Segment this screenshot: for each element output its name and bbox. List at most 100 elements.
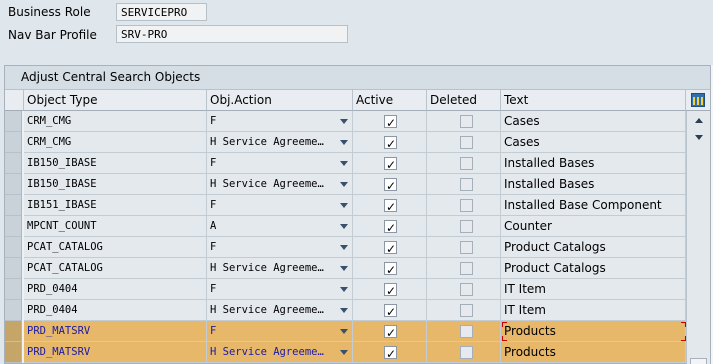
table-row[interactable]: CRM_CMGF Cases [5, 111, 686, 132]
object-type-cell[interactable]: PCAT_CATALOG [24, 237, 207, 258]
chevron-down-icon[interactable] [340, 266, 348, 271]
arrow-down-icon[interactable] [695, 135, 703, 140]
object-type-cell[interactable]: IB151_IBASE [24, 195, 207, 216]
row-selector[interactable] [5, 153, 22, 174]
deleted-checkbox[interactable] [460, 199, 473, 212]
col-header-deleted[interactable]: Deleted [427, 90, 501, 111]
deleted-checkbox[interactable] [460, 157, 473, 170]
object-type-cell[interactable]: PRD_MATSRV [24, 342, 207, 363]
arrow-up-icon[interactable] [695, 118, 703, 123]
text-cell[interactable]: Installed Bases [501, 174, 686, 195]
active-checkbox[interactable] [384, 176, 397, 194]
chevron-down-icon[interactable] [340, 224, 348, 229]
row-selector[interactable] [5, 258, 22, 279]
text-cell[interactable]: IT Item [501, 279, 686, 300]
row-selector[interactable] [5, 132, 22, 153]
text-cell[interactable]: Product Catalogs [501, 237, 686, 258]
active-checkbox[interactable] [384, 344, 397, 362]
table-row[interactable]: IB150_IBASEF Installed Bases [5, 153, 686, 174]
table-row[interactable]: IB151_IBASEF Installed Base Component [5, 195, 686, 216]
chevron-down-icon[interactable] [340, 245, 348, 250]
text-cell[interactable]: Counter [501, 216, 686, 237]
deleted-checkbox[interactable] [460, 220, 473, 233]
obj-action-dropdown[interactable]: A [207, 216, 353, 237]
object-type-cell[interactable]: CRM_CMG [24, 132, 207, 153]
obj-action-dropdown[interactable]: H Service Agreeme… [207, 342, 353, 363]
obj-action-dropdown[interactable]: H Service Agreeme… [207, 300, 353, 321]
col-header-object-type[interactable]: Object Type [24, 90, 207, 111]
table-row[interactable]: PRD_MATSRVF Products [5, 321, 686, 342]
object-type-cell[interactable]: IB150_IBASE [24, 174, 207, 195]
row-selector[interactable] [5, 174, 22, 195]
active-checkbox[interactable] [384, 113, 397, 131]
table-row[interactable]: PRD_0404F IT Item [5, 279, 686, 300]
active-checkbox[interactable] [384, 239, 397, 257]
active-checkbox[interactable] [384, 281, 397, 299]
text-cell[interactable]: Products [501, 342, 686, 363]
chevron-down-icon[interactable] [340, 161, 348, 166]
text-cell[interactable]: Products [501, 321, 686, 342]
object-type-cell[interactable]: PRD_0404 [24, 279, 207, 300]
table-settings-button[interactable] [686, 90, 710, 111]
obj-action-dropdown[interactable]: F [207, 111, 353, 132]
col-header-obj-action[interactable]: Obj.Action [207, 90, 353, 111]
obj-action-dropdown[interactable]: H Service Agreeme… [207, 132, 353, 153]
object-type-cell[interactable]: PCAT_CATALOG [24, 258, 207, 279]
table-row[interactable]: CRM_CMGH Service Agreeme… Cases [5, 132, 686, 153]
object-type-cell[interactable]: MPCNT_COUNT [24, 216, 207, 237]
row-selector[interactable] [5, 237, 22, 258]
obj-action-dropdown[interactable]: F [207, 195, 353, 216]
deleted-checkbox[interactable] [460, 178, 473, 191]
table-row[interactable]: MPCNT_COUNTA Counter [5, 216, 686, 237]
select-all-header[interactable] [5, 90, 24, 111]
col-header-text[interactable]: Text [501, 90, 686, 111]
text-cell[interactable]: Cases [501, 111, 686, 132]
scroll-thumb[interactable] [690, 358, 707, 364]
navbar-profile-field[interactable]: SRV-PRO [116, 25, 348, 43]
table-row[interactable]: PCAT_CATALOGF Product Catalogs [5, 237, 686, 258]
deleted-checkbox[interactable] [460, 283, 473, 296]
deleted-checkbox[interactable] [460, 304, 473, 317]
text-cell[interactable]: Installed Bases [501, 153, 686, 174]
vertical-scrollbar[interactable] [686, 111, 710, 364]
deleted-checkbox[interactable] [460, 325, 473, 338]
deleted-checkbox[interactable] [460, 262, 473, 275]
object-type-cell[interactable]: PRD_0404 [24, 300, 207, 321]
row-selector[interactable] [5, 279, 22, 300]
chevron-down-icon[interactable] [340, 329, 348, 334]
active-checkbox[interactable] [384, 155, 397, 173]
deleted-checkbox[interactable] [460, 115, 473, 128]
active-checkbox[interactable] [384, 323, 397, 341]
row-selector[interactable] [5, 300, 22, 321]
chevron-down-icon[interactable] [340, 203, 348, 208]
text-cell[interactable]: Cases [501, 132, 686, 153]
obj-action-dropdown[interactable]: F [207, 153, 353, 174]
business-role-field[interactable]: SERVICEPRO [116, 3, 207, 21]
table-row[interactable]: IB150_IBASEH Service Agreeme… Installed B… [5, 174, 686, 195]
obj-action-dropdown[interactable]: H Service Agreeme… [207, 174, 353, 195]
chevron-down-icon[interactable] [340, 287, 348, 292]
obj-action-dropdown[interactable]: H Service Agreeme… [207, 258, 353, 279]
row-selector[interactable] [5, 216, 22, 237]
table-row[interactable]: PCAT_CATALOGH Service Agreeme… Product Ca… [5, 258, 686, 279]
row-selector[interactable] [5, 111, 22, 132]
active-checkbox[interactable] [384, 134, 397, 152]
col-header-active[interactable]: Active [353, 90, 427, 111]
obj-action-dropdown[interactable]: F [207, 279, 353, 300]
object-type-cell[interactable]: CRM_CMG [24, 111, 207, 132]
active-checkbox[interactable] [384, 302, 397, 320]
table-row[interactable]: PRD_MATSRVH Service Agreeme… Products [5, 342, 686, 363]
text-cell[interactable]: Installed Base Component [501, 195, 686, 216]
deleted-checkbox[interactable] [460, 136, 473, 149]
object-type-cell[interactable]: PRD_MATSRV [24, 321, 207, 342]
row-selector[interactable] [5, 195, 22, 216]
object-type-cell[interactable]: IB150_IBASE [24, 153, 207, 174]
row-selector[interactable] [5, 321, 22, 342]
text-cell[interactable]: IT Item [501, 300, 686, 321]
active-checkbox[interactable] [384, 218, 397, 236]
obj-action-dropdown[interactable]: F [207, 321, 353, 342]
active-checkbox[interactable] [384, 260, 397, 278]
deleted-checkbox[interactable] [460, 346, 473, 359]
obj-action-dropdown[interactable]: F [207, 237, 353, 258]
chevron-down-icon[interactable] [340, 182, 348, 187]
